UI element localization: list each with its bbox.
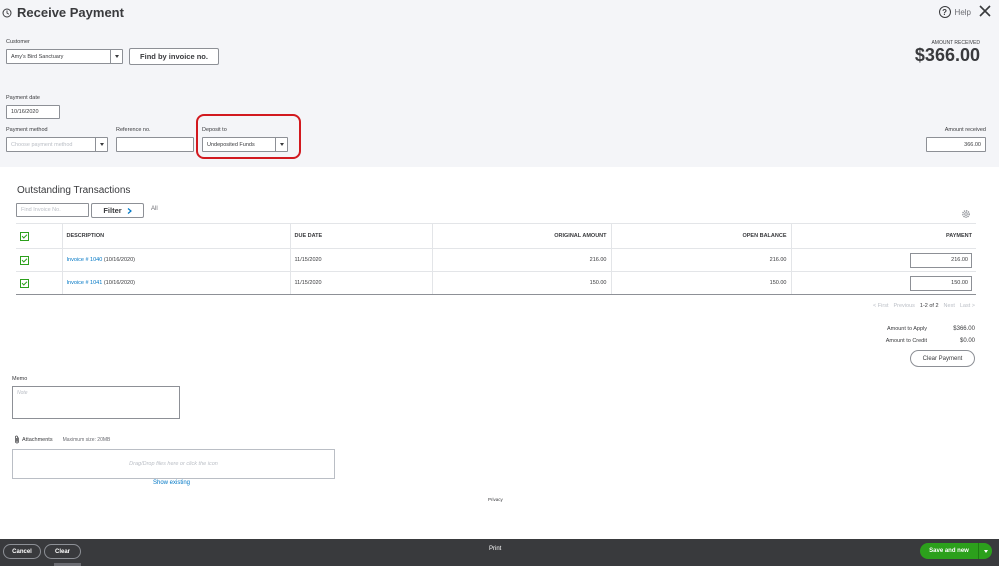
pager-previous[interactable]: Previous (893, 303, 914, 309)
deposit-to-highlight (196, 114, 301, 159)
amount-received-input[interactable]: 366.00 (926, 137, 986, 152)
column-open-balance[interactable]: OPEN BALANCE (611, 223, 792, 249)
column-payment[interactable]: PAYMENT (791, 223, 976, 249)
select-all-checkbox[interactable] (20, 231, 29, 241)
reference-label: Reference no. (116, 127, 151, 133)
pager-last[interactable]: Last > (960, 303, 975, 309)
help-button[interactable]: ? Help (938, 6, 971, 18)
payment-input[interactable]: 216.00 (910, 252, 972, 268)
attachments-header: Attachments Maximum size: 20MB (14, 435, 110, 444)
invoice-link[interactable]: Invoice # 1041 (67, 280, 103, 286)
attachment-dropzone[interactable]: Drag/Drop files here or click the icon (12, 449, 335, 479)
chevron-down-icon[interactable] (95, 138, 107, 151)
cancel-button[interactable]: Cancel (3, 544, 41, 559)
payment-input[interactable]: 150.00 (910, 275, 972, 291)
save-and-new-label: Save and new (929, 548, 969, 554)
filter-label: Filter (103, 206, 122, 215)
outstanding-transactions-title: Outstanding Transactions (17, 185, 131, 196)
gear-icon[interactable] (961, 209, 971, 219)
close-icon[interactable] (978, 4, 992, 18)
filter-all-label: All (151, 206, 158, 212)
print-button[interactable]: Print (489, 546, 501, 552)
table-header-row: DESCRIPTION DUE DATE ORIGINAL AMOUNT OPE… (16, 223, 976, 249)
transactions-table: DESCRIPTION DUE DATE ORIGINAL AMOUNT OPE… (16, 223, 976, 295)
amount-to-credit-label: Amount to Credit (885, 338, 927, 344)
reference-input[interactable] (116, 137, 194, 152)
row-select-cell (16, 271, 63, 295)
row-payment-cell: 216.00 (791, 248, 976, 272)
row-due-date: 11/15/2020 (290, 248, 433, 272)
privacy-link[interactable]: Privacy (488, 497, 503, 502)
column-due-date[interactable]: DUE DATE (290, 223, 433, 249)
row-original-amount: 216.00 (432, 248, 612, 272)
row-description: Invoice # 1040 (10/16/2020) (62, 248, 291, 272)
help-label: Help (954, 7, 971, 17)
filter-button[interactable]: Filter (91, 203, 144, 218)
amount-to-credit-value: $0.00 (959, 338, 975, 344)
chevron-right-icon (127, 207, 132, 214)
invoice-date: (10/16/2020) (103, 280, 136, 286)
find-by-invoice-button[interactable]: Find by invoice no. (129, 48, 219, 65)
invoice-link[interactable]: Invoice # 1040 (67, 257, 103, 263)
page-title: Receive Payment (17, 5, 124, 20)
pager-first[interactable]: < First (873, 303, 888, 309)
payment-method-placeholder: Choose payment method (11, 141, 73, 148)
row-open-balance: 150.00 (611, 271, 792, 295)
customer-value: Amy's Bird Sanctuary (11, 53, 64, 60)
chevron-down-icon[interactable] (978, 543, 992, 559)
select-all-cell (16, 223, 63, 249)
amount-received-total: $366.00 (914, 45, 980, 65)
table-row: Invoice # 1040 (10/16/2020) 11/15/2020 2… (16, 248, 976, 272)
clear-button[interactable]: Clear (44, 544, 81, 559)
payment-method-label: Payment method (6, 127, 48, 133)
customer-select[interactable]: Amy's Bird Sanctuary (6, 49, 123, 64)
memo-textarea[interactable]: Note (12, 386, 180, 419)
payment-date-label: Payment date (6, 95, 40, 101)
attachments-max-size: Maximum size: 20MB (62, 436, 111, 443)
pagination: < First Previous 1-2 of 2 Next Last > (873, 303, 975, 309)
paperclip-icon (15, 435, 19, 444)
payment-method-select[interactable]: Choose payment method (6, 137, 108, 152)
row-payment-cell: 150.00 (791, 271, 976, 295)
row-due-date: 11/15/2020 (290, 271, 433, 295)
footer-bar (0, 539, 999, 566)
table-row: Invoice # 1041 (10/16/2020) 11/15/2020 1… (16, 271, 976, 295)
totals-panel: Amount to Apply $366.00 Amount to Credit… (886, 323, 975, 347)
amount-to-apply-value: $366.00 (953, 326, 975, 332)
amount-to-apply-label: Amount to Apply (886, 326, 927, 332)
row-checkbox[interactable] (20, 255, 29, 265)
column-original-amount[interactable]: ORIGINAL AMOUNT (432, 223, 612, 249)
clear-payment-button[interactable]: Clear Payment (910, 350, 975, 367)
attachments-label: Attachments (22, 436, 53, 443)
amount-received-field-label: Amount received (944, 127, 986, 133)
payment-date-field[interactable]: 10/16/2020 (6, 105, 60, 119)
customer-label: Customer (6, 39, 30, 45)
history-icon[interactable] (2, 8, 12, 18)
pager-next[interactable]: Next (944, 303, 955, 309)
row-select-cell (16, 248, 63, 272)
help-icon: ? (938, 6, 951, 18)
show-existing-link[interactable]: Show existing (153, 480, 190, 486)
invoice-date: (10/16/2020) (103, 257, 136, 263)
chevron-down-icon[interactable] (110, 50, 122, 63)
find-invoice-input[interactable]: Find Invoice No. (16, 203, 89, 217)
row-checkbox[interactable] (20, 278, 29, 288)
row-original-amount: 150.00 (432, 271, 612, 295)
row-description: Invoice # 1041 (10/16/2020) (62, 271, 291, 295)
pager-range: 1-2 of 2 (919, 303, 939, 309)
save-and-new-button[interactable]: Save and new (920, 543, 992, 559)
memo-label: Memo (12, 376, 28, 382)
column-description[interactable]: DESCRIPTION (62, 223, 291, 249)
row-open-balance: 216.00 (611, 248, 792, 272)
